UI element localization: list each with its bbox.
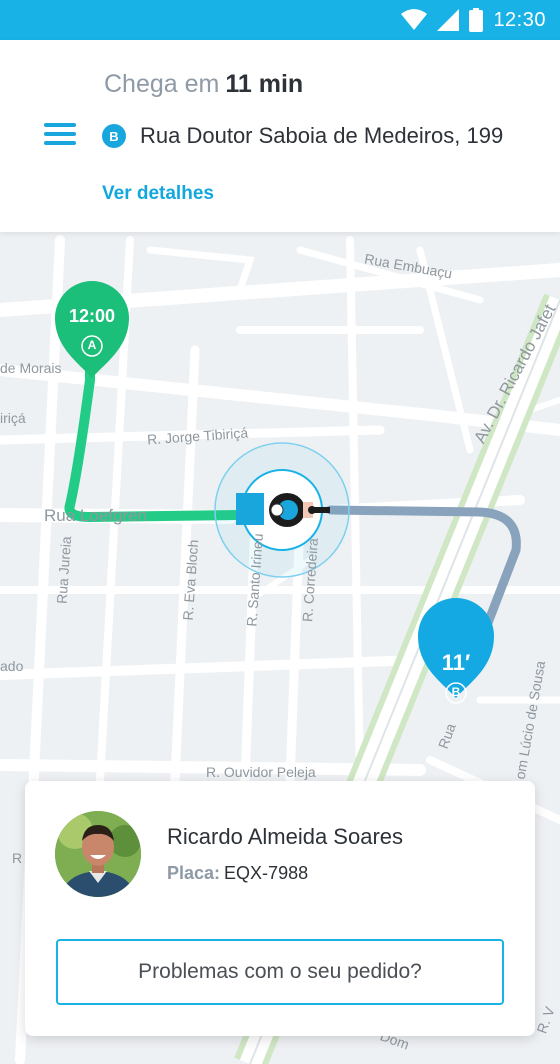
status-bar: 12:30	[0, 0, 560, 40]
pickup-pin-letter: A	[87, 338, 97, 352]
details-link[interactable]: Ver detalhes	[102, 183, 214, 205]
plate-label: Placa:	[167, 863, 221, 883]
street-label: R	[12, 850, 23, 866]
clock: 12:30	[493, 8, 546, 31]
driver-photo	[55, 811, 141, 897]
battery-icon	[469, 8, 484, 32]
vehicle-plate: Placa: EQX-7988	[167, 863, 308, 884]
wifi-icon	[401, 9, 428, 30]
driver-name: Ricardo Almeida Soares	[167, 824, 404, 849]
destination-badge: B	[102, 124, 126, 148]
signal-icon	[437, 9, 460, 31]
destination-pin-letter: B	[451, 685, 461, 699]
status-icons: 12:30	[401, 8, 546, 32]
destination-row: B Rua Doutor Saboia de Medeiros, 199	[102, 123, 503, 149]
trip-header: Chega em 11 min B Rua Doutor Saboia de Me…	[0, 40, 560, 232]
eta-value: 11 min	[225, 70, 304, 98]
street-label: Rua Loefgren	[44, 506, 148, 525]
eta: Chega em 11 min	[104, 70, 303, 99]
pickup-pin-time: 12:00	[68, 306, 116, 326]
driver-card: Ricardo Almeida Soares Placa: EQX-7988 Pr…	[25, 781, 535, 1036]
street-label: iriçá	[0, 410, 26, 426]
plate-value: EQX-7988	[224, 863, 309, 883]
street-label: de Morais	[0, 360, 62, 376]
problem-button[interactable]: Problemas com o seu pedido?	[56, 939, 504, 1005]
eta-label: Chega em	[104, 70, 220, 98]
destination-address: Rua Doutor Saboia de Medeiros, 199	[140, 123, 504, 148]
street-label: ado	[0, 658, 24, 674]
menu-icon[interactable]	[44, 123, 76, 149]
destination-pin-time: 11′	[441, 650, 471, 675]
street-label: R. Ouvidor Peleja	[206, 764, 316, 780]
avatar	[55, 811, 141, 897]
